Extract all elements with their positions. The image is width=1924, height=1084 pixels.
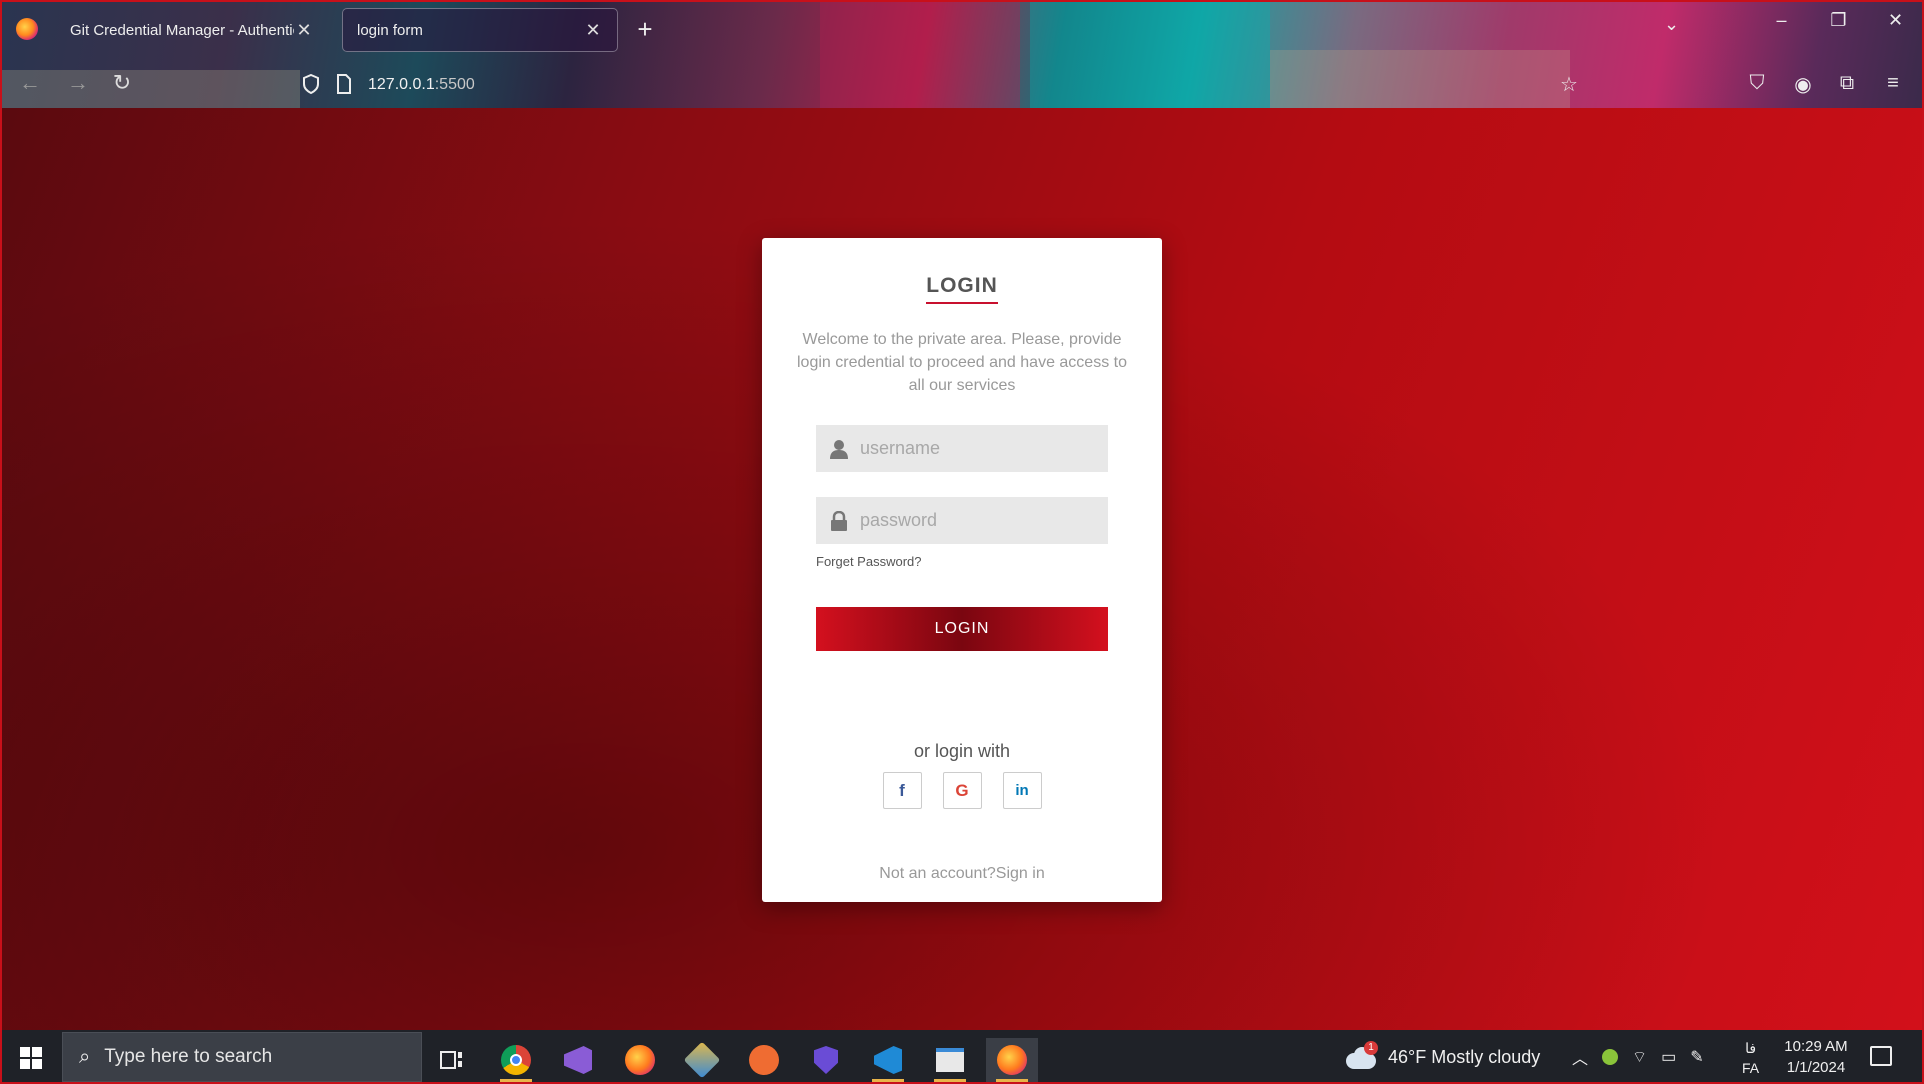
forward-icon[interactable]: → [64,70,92,96]
windows-start-icon[interactable] [20,1047,42,1069]
login-card: LOGIN Welcome to the private area. Pleas… [762,238,1162,902]
notification-icon[interactable] [1870,1046,1892,1066]
taskbar: ⌕ Type here to search 1 46°F Mostly clou… [0,1030,1924,1084]
battery-icon[interactable]: ▭ [1661,1047,1676,1067]
git-app-icon[interactable] [676,1038,728,1082]
close-tab-icon[interactable]: ✕ [583,20,603,41]
username-field [816,425,1108,472]
task-view-icon[interactable] [426,1038,478,1082]
forgot-password-link[interactable]: Forget Password? [816,554,1108,569]
search-icon: ⌕ [79,1045,91,1068]
lang-bottom: FA [1742,1060,1760,1076]
lock-icon [831,511,847,531]
restore-icon[interactable]: ❐ [1810,10,1867,31]
url-bar[interactable]: 127.0.0.1:5500 [292,66,1612,102]
weather-badge: 1 [1364,1041,1378,1055]
username-input[interactable] [860,425,1100,472]
user-icon [830,440,848,459]
chevron-down-icon[interactable]: ⌄ [1664,14,1679,35]
lang-top: فا [1745,1040,1757,1056]
tab-git-credential-manager[interactable]: Git Credential Manager - Authentic ✕ [56,8,328,52]
firefox-taskbar-icon[interactable] [614,1038,666,1082]
extensions-icon[interactable]: ⧉ [1834,72,1860,95]
signup-prefix: Not an account? [879,865,996,882]
pocket-icon[interactable]: ⛉ [1744,72,1770,95]
chevron-up-icon[interactable]: ︿ [1572,1045,1588,1069]
url-port: :5500 [434,76,475,93]
firefox-icon[interactable] [16,18,38,40]
login-description: Welcome to the private area. Please, pro… [797,331,1127,394]
vscode-icon[interactable] [862,1038,914,1082]
clock-time: 10:29 AM [1784,1038,1848,1055]
account-icon[interactable]: ◉ [1790,72,1816,97]
weather-text: 46°F Mostly cloudy [1388,1046,1541,1067]
search-placeholder: Type here to search [104,1046,273,1067]
facebook-login-button[interactable]: f [882,772,922,809]
google-login-button[interactable]: G [942,772,982,809]
social-login-buttons: f G in [762,772,1162,809]
page-icon [337,74,351,94]
shield-app-icon[interactable] [800,1038,852,1082]
password-field [816,497,1108,544]
signup-text: Not an account?Sign in [762,865,1162,883]
file-explorer-icon[interactable] [924,1038,976,1082]
menu-icon[interactable]: ≡ [1880,72,1906,95]
tab-label: Git Credential Manager - Authentic [70,21,294,39]
url-host: 127.0.0.1 [368,76,435,93]
close-tab-icon[interactable]: ✕ [294,20,314,41]
postman-icon[interactable] [738,1038,790,1082]
browser-chrome: Git Credential Manager - Authentic ✕ log… [0,0,1924,108]
login-button[interactable]: LOGIN [816,607,1108,651]
or-login-label: or login with [913,741,1011,761]
page-background: LOGIN Welcome to the private area. Pleas… [0,108,1924,1030]
tab-login-form[interactable]: login form ✕ [342,8,618,52]
taskbar-search[interactable]: ⌕ Type here to search [62,1032,422,1082]
clock[interactable]: 10:29 AM 1/1/2024 [1776,1036,1856,1078]
login-title: LOGIN [926,274,998,304]
new-tab-icon[interactable]: + [632,14,658,45]
language-indicator[interactable]: فا FA [1742,1038,1759,1078]
firefox-active-icon[interactable] [986,1038,1038,1082]
weather-widget[interactable]: 1 46°F Mostly cloudy [1344,1030,1540,1084]
reload-icon[interactable]: ↻ [108,70,136,96]
clock-date: 1/1/2024 [1786,1059,1846,1076]
chrome-icon[interactable] [490,1038,542,1082]
network-icon[interactable]: ⌔ [1632,1047,1647,1067]
visual-studio-icon[interactable] [552,1038,604,1082]
tab-label: login form [357,21,423,39]
minimize-icon[interactable]: – [1753,10,1810,31]
sign-in-link[interactable]: Sign in [996,865,1045,882]
url-text[interactable]: 127.0.0.1:5500 [368,76,475,94]
system-tray: ︿ ⌔ ▭ ✎ [1572,1030,1704,1084]
nav-bar: ← → ↻ 127.0.0.1:5500 ☆ ⛉ ◉ ⧉ ≡ [0,60,1924,108]
cloud-icon: 1 [1344,1041,1378,1069]
app-tray-icon[interactable] [1602,1049,1619,1065]
back-icon[interactable]: ← [16,70,44,96]
password-input[interactable] [860,497,1100,544]
window-controls: – ❐ ✕ [1753,10,1924,31]
pen-icon[interactable]: ✎ [1690,1047,1703,1067]
tab-bar: Git Credential Manager - Authentic ✕ log… [0,0,1924,56]
close-window-icon[interactable]: ✕ [1867,10,1924,31]
linkedin-login-button[interactable]: in [1002,772,1042,809]
shield-icon[interactable] [302,74,320,94]
bookmark-star-icon[interactable]: ☆ [1556,72,1582,97]
